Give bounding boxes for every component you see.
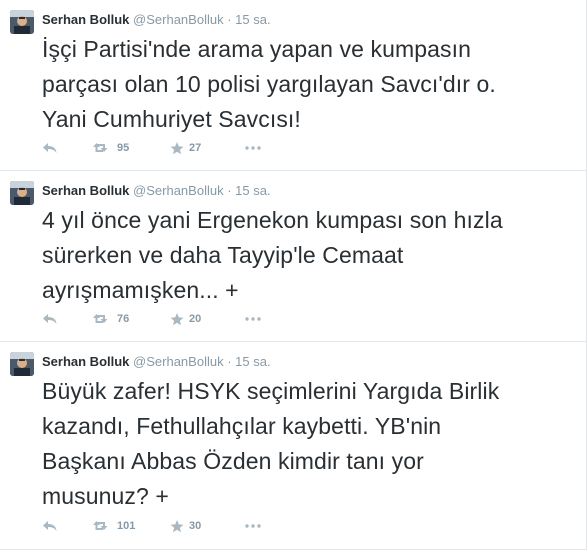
- retweet-button[interactable]: 101: [92, 517, 135, 535]
- tweet-text: İşçi Partisi'nde arama yapan ve kumpasın…: [42, 32, 582, 137]
- separator-dot: ·: [227, 183, 232, 198]
- tweet-text-line: sürerken ve daha Tayyip'le Cemaat: [42, 242, 404, 268]
- favorite-count: 20: [189, 313, 202, 325]
- more-icon: [245, 317, 261, 321]
- retweet-button[interactable]: 95: [92, 139, 129, 157]
- retweet-icon: [92, 142, 112, 154]
- more-button[interactable]: [245, 310, 261, 328]
- author-fullname[interactable]: Serhan Bolluk: [42, 12, 129, 27]
- tweet-text-line: İşçi Partisi'nde arama yapan ve kumpasın: [42, 36, 471, 62]
- tweet-text-line: musunuz? +: [42, 483, 169, 509]
- author-fullname[interactable]: Serhan Bolluk: [42, 183, 129, 198]
- tweet[interactable]: Serhan Bolluk @SerhanBolluk · 15 sa. İşç…: [0, 0, 586, 171]
- tweet-text-line: kazandı, Fethullahçılar kaybetti. YB'nin: [42, 413, 442, 439]
- separator-dot: ·: [227, 12, 232, 27]
- author-username[interactable]: @SerhanBolluk: [133, 12, 224, 27]
- tweet-header: Serhan Bolluk @SerhanBolluk · 15 sa.: [42, 12, 271, 28]
- favorite-button[interactable]: 20: [170, 310, 201, 328]
- author-username[interactable]: @SerhanBolluk: [133, 354, 224, 369]
- more-button[interactable]: [245, 517, 261, 535]
- retweet-icon: [92, 313, 112, 325]
- tweet-text-line: Büyük zafer! HSYK seçimlerini Yargıda Bi…: [42, 378, 500, 404]
- star-icon: [170, 141, 184, 155]
- retweet-count: 76: [117, 313, 130, 325]
- retweet-button[interactable]: 76: [92, 310, 129, 328]
- more-icon: [245, 524, 261, 528]
- tweet-header: Serhan Bolluk @SerhanBolluk · 15 sa.: [42, 354, 271, 370]
- reply-button[interactable]: [42, 139, 58, 157]
- tweet-text-line: Başkanı Abbas Özden kimdir tanı yor: [42, 448, 424, 474]
- tweet-text: 4 yıl önce yani Ergenekon kumpası son hı…: [42, 203, 582, 308]
- retweet-icon: [92, 520, 112, 532]
- avatar[interactable]: [10, 10, 34, 34]
- favorite-count: 30: [189, 520, 202, 532]
- tweet-text-line: ayrışmamışken... +: [42, 277, 239, 303]
- tweet-text-line: Yani Cumhuriyet Savcısı!: [42, 106, 301, 132]
- tweet-text-line: 4 yıl önce yani Ergenekon kumpası son hı…: [42, 207, 503, 233]
- reply-icon: [42, 520, 58, 532]
- avatar[interactable]: [10, 181, 34, 205]
- more-icon: [245, 146, 261, 150]
- more-button[interactable]: [245, 139, 261, 157]
- tweet-timestamp[interactable]: 15 sa.: [235, 354, 270, 369]
- reply-icon: [42, 313, 58, 325]
- favorite-button[interactable]: 27: [170, 139, 201, 157]
- retweet-count: 101: [117, 520, 136, 532]
- author-username[interactable]: @SerhanBolluk: [133, 183, 224, 198]
- avatar[interactable]: [10, 352, 34, 376]
- retweet-count: 95: [117, 142, 130, 154]
- separator-dot: ·: [227, 354, 232, 369]
- author-fullname[interactable]: Serhan Bolluk: [42, 354, 129, 369]
- reply-button[interactable]: [42, 310, 58, 328]
- tweet-timestamp[interactable]: 15 sa.: [235, 183, 270, 198]
- tweet-text: Büyük zafer! HSYK seçimlerini Yargıda Bi…: [42, 374, 582, 514]
- star-icon: [170, 312, 184, 326]
- favorite-button[interactable]: 30: [170, 517, 201, 535]
- tweet-timeline: Serhan Bolluk @SerhanBolluk · 15 sa. İşç…: [0, 0, 587, 550]
- reply-button[interactable]: [42, 517, 58, 535]
- tweet-text-line: parçası olan 10 polisi yargılayan Savcı'…: [42, 71, 496, 97]
- favorite-count: 27: [189, 142, 202, 154]
- tweet[interactable]: Serhan Bolluk @SerhanBolluk · 15 sa. Büy…: [0, 342, 586, 550]
- star-icon: [170, 519, 184, 533]
- tweet[interactable]: Serhan Bolluk @SerhanBolluk · 15 sa. 4 y…: [0, 171, 586, 342]
- reply-icon: [42, 142, 58, 154]
- tweet-timestamp[interactable]: 15 sa.: [235, 12, 270, 27]
- tweet-header: Serhan Bolluk @SerhanBolluk · 15 sa.: [42, 183, 271, 199]
